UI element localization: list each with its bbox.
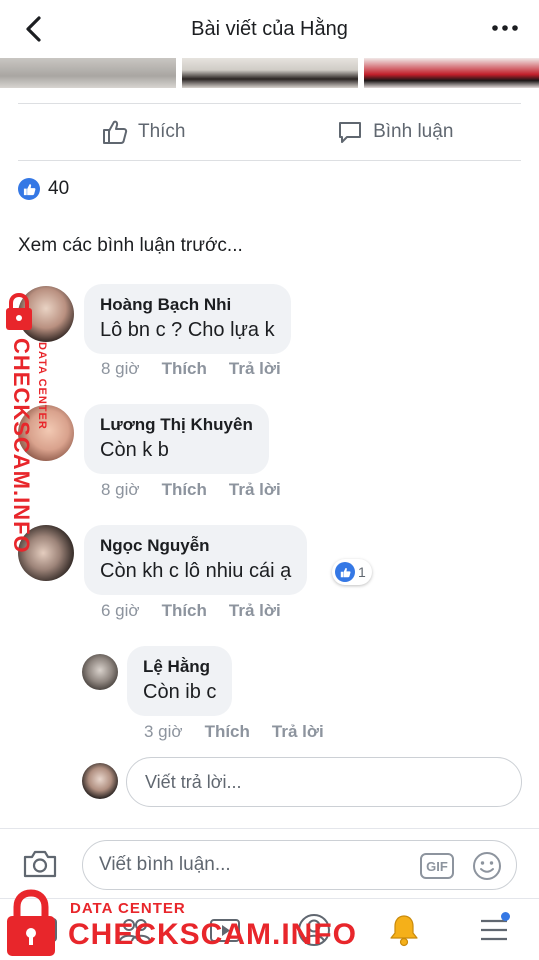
avatar[interactable] bbox=[82, 654, 118, 690]
watermark-small-text: DATA CENTER bbox=[36, 342, 48, 430]
reply-input-placeholder: Viết trả lời... bbox=[145, 771, 242, 792]
reply-input[interactable]: Viết trả lời... bbox=[126, 757, 522, 807]
comment-bubble-icon bbox=[339, 122, 362, 143]
comment-bubble[interactable]: Ngọc Nguyễn Còn kh c lô nhiu cái ạ bbox=[84, 525, 308, 595]
like-label: Thích bbox=[137, 121, 186, 142]
divider bbox=[18, 160, 521, 161]
like-button[interactable]: Thích bbox=[18, 104, 270, 160]
comment-meta: 6 giờ Thích Trả lời bbox=[101, 601, 281, 621]
comment-reply-link[interactable]: Trả lời bbox=[229, 601, 281, 621]
post-photo[interactable] bbox=[0, 58, 176, 88]
post-photo[interactable] bbox=[364, 58, 539, 88]
comment-reply-link[interactable]: Trả lời bbox=[229, 359, 281, 379]
comment-reaction-count: 1 bbox=[358, 564, 366, 580]
comment-label: Bình luận bbox=[373, 121, 454, 142]
reply-like-link[interactable]: Thích bbox=[205, 722, 250, 742]
lock-icon bbox=[7, 889, 55, 956]
reaction-summary[interactable]: 40 bbox=[18, 178, 69, 200]
camera-button[interactable] bbox=[22, 849, 58, 879]
smiley-icon bbox=[473, 852, 501, 880]
like-reaction-icon bbox=[18, 178, 40, 200]
comment-bubble[interactable]: Lương Thị Khuyên Còn k b bbox=[84, 404, 269, 474]
thumbs-up-icon bbox=[102, 120, 128, 144]
page-title: Bài viết của Hằng bbox=[191, 17, 348, 40]
comment-meta: 8 giờ Thích Trả lời bbox=[101, 359, 281, 379]
post-photos bbox=[0, 58, 539, 88]
reply-bubble[interactable]: Lệ Hằng Còn ib c bbox=[127, 646, 233, 716]
lock-icon bbox=[6, 292, 32, 330]
gif-button[interactable]: GIF bbox=[420, 853, 454, 879]
current-user-avatar bbox=[82, 763, 118, 799]
notification-dot bbox=[501, 911, 511, 921]
watermark-big-text: CHECKSCAM.INFO bbox=[68, 918, 357, 951]
reply-time: 3 giờ bbox=[144, 722, 183, 741]
emoji-button[interactable] bbox=[472, 851, 502, 881]
watermark-small-text: DATA CENTER bbox=[70, 900, 186, 917]
watermark-vertical: CHECKSCAM.INFO DATA CENTER bbox=[2, 292, 50, 554]
like-reaction-icon bbox=[335, 562, 355, 582]
post-photo[interactable] bbox=[182, 58, 358, 88]
reply-author[interactable]: Lệ Hằng bbox=[143, 656, 216, 678]
top-header: Bài viết của Hằng bbox=[0, 0, 539, 58]
camera-icon bbox=[23, 850, 57, 878]
comment-author[interactable]: Lương Thị Khuyên bbox=[100, 414, 253, 436]
comment-text: Còn k b bbox=[100, 439, 169, 461]
comment-reply-link[interactable]: Trả lời bbox=[229, 480, 281, 500]
bell-icon bbox=[390, 914, 418, 946]
comment-time: 6 giờ bbox=[101, 601, 140, 620]
comment-meta: 8 giờ Thích Trả lời bbox=[101, 480, 281, 500]
view-previous-comments-link[interactable]: Xem các bình luận trước... bbox=[18, 235, 243, 257]
comment-like-link[interactable]: Thích bbox=[162, 601, 207, 621]
more-dots-icon bbox=[492, 25, 518, 31]
comment-time: 8 giờ bbox=[101, 359, 140, 378]
watermark-bottom: DATA CENTER CHECKSCAM.INFO bbox=[4, 888, 356, 958]
reply-meta: 3 giờ Thích Trả lời bbox=[144, 722, 324, 742]
comment-text: Còn kh c lô nhiu cái ạ bbox=[100, 560, 292, 582]
comment-author[interactable]: Hoàng Bạch Nhi bbox=[100, 294, 275, 316]
comment-author[interactable]: Ngọc Nguyễn bbox=[100, 535, 291, 557]
reply-reply-link[interactable]: Trả lời bbox=[272, 722, 324, 742]
tab-notifications[interactable] bbox=[384, 910, 424, 950]
more-options-button[interactable] bbox=[491, 18, 519, 38]
tab-menu[interactable] bbox=[474, 910, 514, 950]
comment-like-link[interactable]: Thích bbox=[162, 480, 207, 500]
comment-time: 8 giờ bbox=[101, 480, 140, 499]
watermark-big-text: CHECKSCAM.INFO bbox=[9, 338, 34, 554]
comment-input[interactable]: Viết bình luận... GIF bbox=[82, 840, 517, 890]
reply-text: Còn ib c bbox=[143, 681, 217, 703]
back-button[interactable] bbox=[18, 14, 48, 44]
comment-button[interactable]: Bình luận bbox=[270, 104, 522, 160]
comment-reaction-pill[interactable]: 1 bbox=[332, 559, 372, 585]
reaction-count: 40 bbox=[48, 178, 70, 199]
comment-input-placeholder: Viết bình luận... bbox=[99, 854, 231, 875]
post-action-bar: Thích Bình luận bbox=[18, 104, 521, 160]
chevron-left-icon bbox=[26, 16, 41, 42]
comment-like-link[interactable]: Thích bbox=[162, 359, 207, 379]
comment-bubble[interactable]: Hoàng Bạch Nhi Lô bn c ? Cho lựa k bbox=[84, 284, 291, 354]
comment-text: Lô bn c ? Cho lựa k bbox=[100, 319, 275, 341]
